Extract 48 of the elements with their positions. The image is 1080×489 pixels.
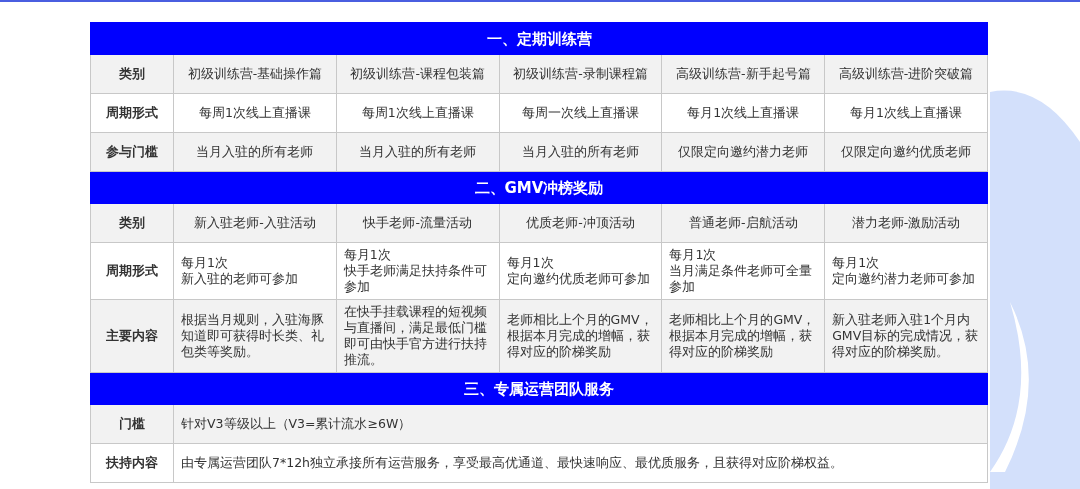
table-cell: 快手老师-流量活动 [336, 203, 500, 243]
row-label: 周期形式 [90, 93, 174, 133]
cell-text: 定向邀约潜力老师可参加 [832, 271, 977, 287]
table-cell: 初级训练营-课程包装篇 [336, 54, 500, 94]
table-cell: 当月入驻的所有老师 [499, 132, 662, 172]
cell-text: 每月1次 [669, 247, 718, 263]
section-title: 一、定期训练营 [90, 22, 988, 55]
section-title: 二、GMV冲榜奖励 [90, 171, 988, 204]
cell-text: 新入驻的老师可参加 [181, 271, 299, 287]
cell-text: 当月满足条件老师可全量参加 [669, 263, 814, 295]
cell-text: 每月1次 [506, 255, 555, 271]
table-cell: 当月入驻的所有老师 [336, 132, 500, 172]
table-cell: 根据当月规则，入驻海豚知道即可获得时长类、礼包类等奖励。 [173, 299, 337, 373]
table-cell: 针对V3等级以上（V3=累计流水≥6W） [173, 404, 988, 444]
table-cell: 当月入驻的所有老师 [173, 132, 337, 172]
table-cell: 新入驻老师-入驻活动 [173, 203, 337, 243]
row-label: 类别 [90, 203, 174, 243]
table-cell: 老师相比上个月的GMV，根据本月完成的增幅，获得对应的阶梯奖励 [661, 299, 825, 373]
row-label: 主要内容 [90, 299, 174, 373]
table-cell: 高级训练营-新手起号篇 [661, 54, 825, 94]
row-label: 参与门槛 [90, 132, 174, 172]
table-cell: 普通老师-启航活动 [661, 203, 825, 243]
row-label: 门槛 [90, 404, 174, 444]
table-cell: 由专属运营团队7*12h独立承接所有运营服务，享受最高优通道、最快速响应、最优质服务，且获得对应阶梯权益。 [173, 443, 988, 483]
row-label: 周期形式 [90, 242, 174, 300]
cell-text: 定向邀约优质老师可参加 [506, 271, 651, 287]
cell-text: 每月1次 [832, 255, 881, 271]
table-cell: 每周1次线上直播课 [336, 93, 500, 133]
table-cell: 在快手挂载课程的短视频与直播间，满足最低门槛即可由快手官方进行扶持推流。 [336, 299, 500, 373]
table-cell: 每周1次线上直播课 [173, 93, 337, 133]
table-cell: 潜力老师-激励活动 [824, 203, 988, 243]
table-cell: 每周一次线上直播课 [499, 93, 662, 133]
table-cell: 初级训练营-录制课程篇 [499, 54, 662, 94]
cell-text: 每月1次 [343, 247, 392, 263]
table-cell: 每月1次线上直播课 [661, 93, 825, 133]
table-cell: 仅限定向邀约潜力老师 [661, 132, 825, 172]
cell-text: 快手老师满足扶持条件可参加 [343, 263, 488, 295]
section-title: 三、专属运营团队服务 [90, 372, 988, 405]
table-cell: 初级训练营-基础操作篇 [173, 54, 337, 94]
table-cell: 每月1次线上直播课 [824, 93, 988, 133]
row-label: 类别 [90, 54, 174, 94]
table-cell: 新入驻老师入驻1个月内GMV目标的完成情况，获得对应的阶梯奖励。 [824, 299, 988, 373]
table-cell: 老师相比上个月的GMV，根据本月完成的增幅，获得对应的阶梯奖励 [499, 299, 662, 373]
table-cell: 优质老师-冲顶活动 [499, 203, 662, 243]
table-cell: 仅限定向邀约优质老师 [824, 132, 988, 172]
table-cell: 高级训练营-进阶突破篇 [824, 54, 988, 94]
cell-text: 每月1次 [181, 255, 229, 271]
row-label: 扶持内容 [90, 443, 174, 483]
